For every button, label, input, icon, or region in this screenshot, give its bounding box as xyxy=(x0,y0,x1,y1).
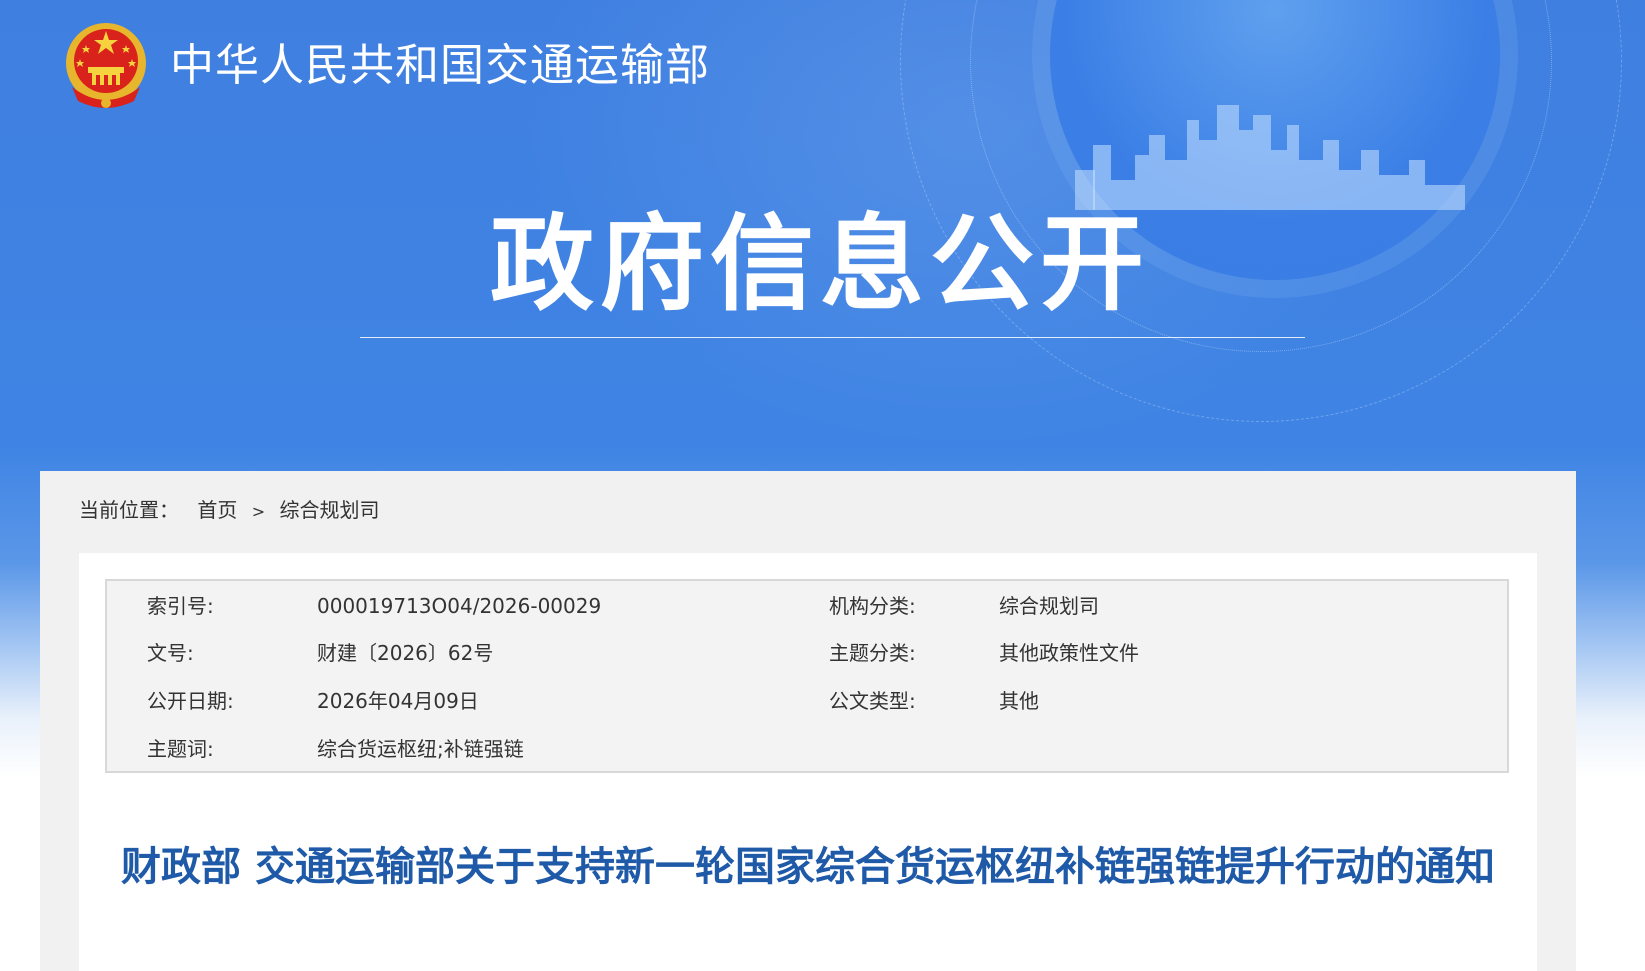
breadcrumb-home-link[interactable]: 首页 xyxy=(197,498,237,522)
metadata-row: 索引号: 000019713O04/2026-00029 机构分类: 综合规划司 xyxy=(107,592,1507,620)
breadcrumb-department-link[interactable]: 综合规划司 xyxy=(279,498,379,522)
breadcrumb-separator: > xyxy=(251,502,266,521)
document-title: 财政部 交通运输部关于支持新一轮国家综合货运枢纽补链强链提升行动的通知 xyxy=(121,844,1495,890)
metadata-row: 公开日期: 2026年04月09日 公文类型: 其他 xyxy=(107,687,1507,715)
ministry-name[interactable]: 中华人民共和国交通运输部 xyxy=(170,36,710,96)
document-number-value: 财建〔2026〕62号 xyxy=(317,641,494,665)
keywords-label: 主题词: xyxy=(147,737,214,761)
metadata-row: 文号: 财建〔2026〕62号 主题分类: 其他政策性文件 xyxy=(107,639,1507,667)
metadata-row: 主题词: 综合货运枢纽;补链强链 xyxy=(107,735,1507,763)
index-number-label: 索引号: xyxy=(147,594,214,618)
city-skyline-icon xyxy=(1075,105,1465,210)
breadcrumb: 当前位置： 首页 > 综合规划司 xyxy=(79,496,379,526)
index-number-value: 000019713O04/2026-00029 xyxy=(317,594,602,618)
content-panel: 当前位置： 首页 > 综合规划司 索引号: 000019713O04/2026-… xyxy=(40,471,1576,971)
document-type-value: 其他 xyxy=(999,689,1039,713)
national-emblem-icon xyxy=(66,23,146,108)
document-type-label: 公文类型: xyxy=(829,689,916,713)
keywords-value: 综合货运枢纽;补链强链 xyxy=(317,737,524,761)
article-container: 索引号: 000019713O04/2026-00029 机构分类: 综合规划司… xyxy=(79,553,1537,971)
document-number-label: 文号: xyxy=(147,641,194,665)
section-title: 政府信息公开 xyxy=(489,203,1150,325)
breadcrumb-label: 当前位置： xyxy=(79,498,179,522)
publish-date-value: 2026年04月09日 xyxy=(317,689,479,713)
agency-category-label: 机构分类: xyxy=(829,594,916,618)
document-metadata-table: 索引号: 000019713O04/2026-00029 机构分类: 综合规划司… xyxy=(105,579,1509,773)
agency-category-value: 综合规划司 xyxy=(999,594,1099,618)
topic-category-label: 主题分类: xyxy=(829,641,916,665)
topic-category-value: 其他政策性文件 xyxy=(999,641,1139,665)
publish-date-label: 公开日期: xyxy=(147,689,234,713)
title-divider xyxy=(360,337,1305,338)
